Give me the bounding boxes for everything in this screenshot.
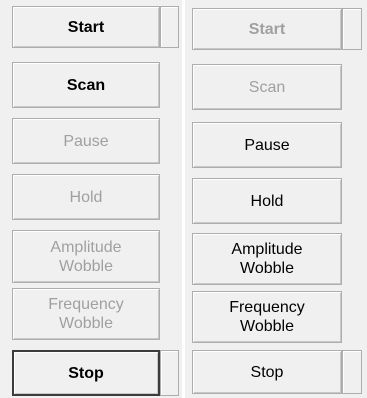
pause-button-label: Pause [63,132,109,150]
left-control-panel: Start Scan Pause Hold Amplitude Wobble F… [0,0,182,398]
start-button-label: Start [248,20,286,38]
stop-button[interactable]: Stop [12,350,160,396]
amplitude-wobble-button[interactable]: Amplitude Wobble [192,233,342,285]
start-side-button[interactable] [160,6,179,48]
stop-button-label: Stop [68,364,104,382]
amplitude-wobble-label-line1: Amplitude [50,238,122,256]
pause-button-label: Pause [244,136,290,154]
stop-button-label: Stop [250,363,284,381]
amplitude-wobble-button[interactable]: Amplitude Wobble [12,230,160,283]
frequency-wobble-button[interactable]: Frequency Wobble [192,291,342,343]
frequency-wobble-button[interactable]: Frequency Wobble [12,288,160,340]
start-side-button[interactable] [342,8,362,50]
frequency-wobble-label-line2: Wobble [240,318,294,335]
hold-button[interactable]: Hold [12,174,160,220]
pause-button[interactable]: Pause [192,122,342,168]
frequency-wobble-label-line1: Frequency [229,299,305,316]
stop-side-button[interactable] [160,350,179,396]
amplitude-wobble-label-line2: Wobble [240,260,294,277]
scan-button[interactable]: Scan [12,62,160,108]
start-button[interactable]: Start [192,8,342,50]
hold-button-label: Hold [250,192,284,210]
hold-button-label: Hold [69,188,103,206]
start-button-label: Start [67,18,105,36]
hold-button[interactable]: Hold [192,178,342,224]
stop-side-button[interactable] [342,350,362,394]
scan-button-label: Scan [248,78,286,96]
frequency-wobble-label-line1: Frequency [48,296,124,313]
scan-button-label: Scan [66,76,106,94]
amplitude-wobble-label-line1: Amplitude [231,241,303,258]
scan-button[interactable]: Scan [192,64,342,110]
stop-button[interactable]: Stop [192,350,342,394]
right-control-panel: Start Scan Pause Hold Amplitude Wobble F… [185,0,367,398]
amplitude-wobble-label-line2: Wobble [59,257,113,275]
start-button[interactable]: Start [12,6,160,48]
frequency-wobble-label-line2: Wobble [59,315,113,332]
pause-button[interactable]: Pause [12,118,160,164]
